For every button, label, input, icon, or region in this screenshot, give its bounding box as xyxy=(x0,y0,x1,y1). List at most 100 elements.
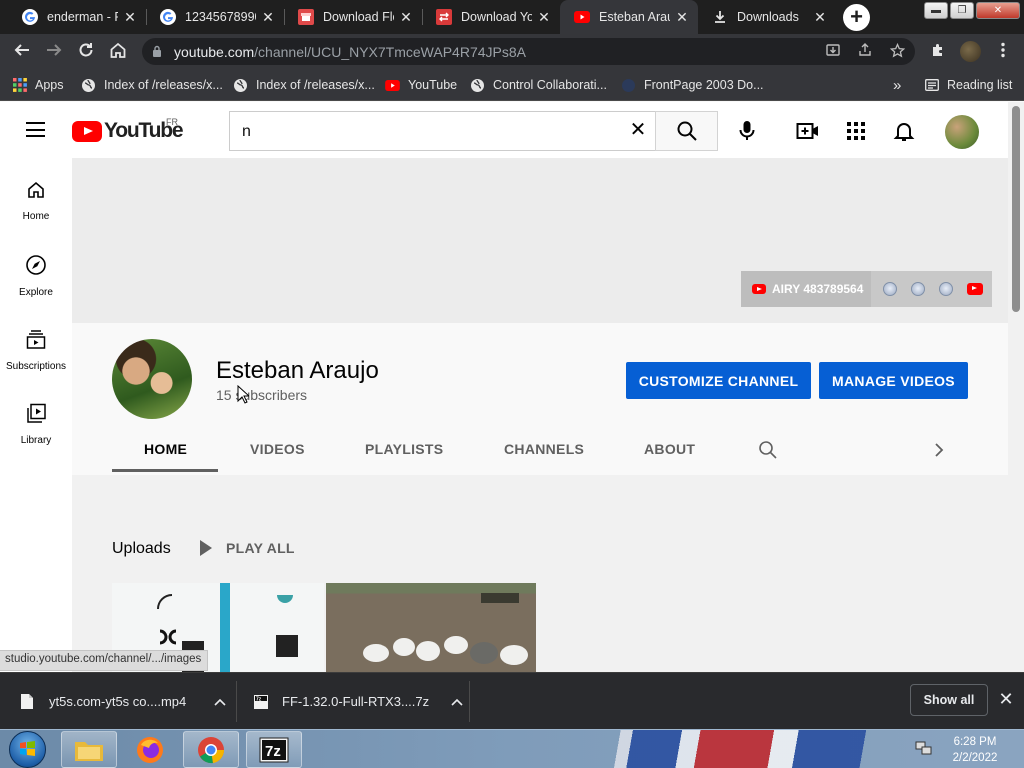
bookmark-index-releases-2[interactable]: Index of /releases/x... xyxy=(233,76,375,94)
tab-download-yo[interactable]: Download Yo ✕ xyxy=(422,0,560,34)
close-icon[interactable]: ✕ xyxy=(122,9,138,26)
bookmark-label: FrontPage 2003 Do... xyxy=(644,78,764,92)
taskbar-7zip[interactable]: 7z xyxy=(246,731,302,768)
chevron-up-icon[interactable] xyxy=(451,698,463,706)
reload-icon xyxy=(79,43,93,57)
tab-channels[interactable]: CHANNELS xyxy=(504,441,584,457)
hamburger-menu-icon[interactable] xyxy=(26,122,45,137)
tab-about[interactable]: ABOUT xyxy=(644,441,695,457)
system-clock[interactable]: 6:28 PM 2/2/2022 xyxy=(940,734,1010,766)
back-button[interactable] xyxy=(11,41,33,63)
tab-home[interactable]: HOME xyxy=(144,441,187,457)
customize-channel-button[interactable]: CUSTOMIZE CHANNEL xyxy=(626,362,811,399)
tab-playlists[interactable]: PLAYLISTS xyxy=(365,441,443,457)
tab-videos[interactable]: VIDEOS xyxy=(250,441,305,457)
bookmark-control-collaboration[interactable]: Control Collaborati... xyxy=(470,76,607,94)
tab-enderman[interactable]: enderman - R ✕ xyxy=(8,0,146,34)
star-icon[interactable] xyxy=(888,42,906,61)
svg-text:7z: 7z xyxy=(265,743,281,760)
microphone-icon[interactable] xyxy=(735,119,759,143)
download-filename: FF-1.32.0-Full-RTX3....7z xyxy=(282,694,430,709)
minimize-button[interactable]: ▬ xyxy=(924,2,948,19)
bookmark-youtube[interactable]: YouTube xyxy=(385,76,457,94)
guide-label: Explore xyxy=(19,287,53,298)
notifications-bell-icon[interactable] xyxy=(892,119,916,143)
7zip-icon: 7z xyxy=(259,737,289,762)
address-bar[interactable]: youtube.com/channel/UCU_NYX7TmceWAP4R74J… xyxy=(142,38,915,65)
tab-downloads[interactable]: Downloads ✕ xyxy=(698,0,836,34)
globe-icon[interactable] xyxy=(939,282,953,296)
forward-button[interactable] xyxy=(43,41,65,63)
close-shelf-icon[interactable]: ✕ xyxy=(998,689,1014,709)
channel-avatar[interactable] xyxy=(112,339,192,419)
download-item-7z[interactable]: 7z FF-1.32.0-Full-RTX3....7z xyxy=(253,673,463,730)
home-button[interactable] xyxy=(107,41,129,63)
clear-search-icon[interactable]: ✕ xyxy=(628,120,648,140)
globe-icon xyxy=(81,78,96,93)
kebab-menu-icon[interactable] xyxy=(993,42,1013,62)
video-thumbnail[interactable] xyxy=(326,583,536,672)
archive-icon: 7z xyxy=(254,694,268,709)
guide-item-library[interactable]: Library xyxy=(0,388,72,462)
globe-icon[interactable] xyxy=(911,282,925,296)
close-icon[interactable]: ✕ xyxy=(674,9,690,26)
bookmark-index-releases-1[interactable]: Index of /releases/x... xyxy=(81,76,223,94)
manage-videos-button[interactable]: MANAGE VIDEOS xyxy=(819,362,968,399)
install-icon[interactable] xyxy=(824,43,842,61)
play-all-button[interactable]: PLAY ALL xyxy=(200,540,295,556)
chevron-up-icon[interactable] xyxy=(214,698,226,706)
create-video-icon[interactable] xyxy=(796,119,820,143)
bookmark-frontpage-2003[interactable]: FrontPage 2003 Do... xyxy=(621,76,764,94)
search-button[interactable] xyxy=(655,111,718,151)
start-button[interactable] xyxy=(9,731,46,768)
guide-item-subscriptions[interactable]: Subscriptions xyxy=(0,314,72,388)
tab-title: Downloads xyxy=(737,10,799,24)
file-icon xyxy=(21,694,33,709)
banner-link-primary[interactable]: AIRY 483789564 xyxy=(741,271,871,307)
taskbar-chrome[interactable] xyxy=(183,731,239,768)
chevron-right-icon[interactable] xyxy=(933,442,945,458)
tab-download-flo[interactable]: Download Flo ✕ xyxy=(284,0,422,34)
subscriber-count: 15 subscribers xyxy=(216,387,308,403)
restore-button[interactable]: ❐ xyxy=(950,2,974,19)
bookmark-label: Index of /releases/x... xyxy=(104,78,223,92)
tab-esteban-araujo[interactable]: Esteban Arau ✕ xyxy=(560,0,698,34)
network-icon[interactable] xyxy=(915,741,932,757)
youtube-icon xyxy=(752,284,766,294)
tab-title: Esteban Arau xyxy=(599,10,670,24)
more-bookmarks-button[interactable]: » xyxy=(893,76,901,94)
close-icon[interactable]: ✕ xyxy=(536,9,552,26)
apps-grid-icon[interactable] xyxy=(844,119,868,143)
svg-text:7z: 7z xyxy=(256,696,262,702)
guide-item-explore[interactable]: Explore xyxy=(0,240,72,314)
reading-list-button[interactable]: Reading list xyxy=(924,76,1012,94)
taskbar-firefox[interactable] xyxy=(122,731,178,768)
taskbar-explorer[interactable] xyxy=(61,731,117,768)
tab-numbers[interactable]: 12345678990 ✕ xyxy=(146,0,284,34)
close-icon[interactable]: ✕ xyxy=(260,9,276,26)
youtube-icon[interactable] xyxy=(967,283,983,295)
close-icon[interactable]: ✕ xyxy=(812,9,828,26)
new-tab-button[interactable]: + xyxy=(843,4,870,31)
banner-links: AIRY 483789564 xyxy=(741,271,992,307)
channel-name: Esteban Araujo xyxy=(216,357,379,384)
download-item-mp4[interactable]: yt5s.com-yt5s co....mp4 xyxy=(20,673,226,730)
close-window-button[interactable]: ✕ xyxy=(976,2,1020,19)
arrow-right-icon xyxy=(47,44,62,56)
firefox-icon xyxy=(137,736,163,763)
channel-search-icon[interactable] xyxy=(758,440,778,460)
bookmark-apps[interactable]: Apps xyxy=(12,76,64,94)
profile-avatar[interactable] xyxy=(960,41,981,62)
close-icon[interactable]: ✕ xyxy=(398,9,414,26)
search-input[interactable]: n ✕ xyxy=(229,111,656,151)
share-icon[interactable] xyxy=(856,43,874,61)
guide-item-home[interactable]: Home xyxy=(0,166,72,240)
youtube-icon xyxy=(574,9,590,25)
show-all-downloads-button[interactable]: Show all xyxy=(910,684,988,716)
reload-button[interactable] xyxy=(75,41,97,63)
scrollbar-thumb[interactable] xyxy=(1012,106,1020,312)
globe-icon[interactable] xyxy=(883,282,897,296)
extensions-icon[interactable] xyxy=(928,42,948,62)
uploads-heading[interactable]: Uploads xyxy=(112,540,171,558)
account-avatar[interactable] xyxy=(945,115,979,149)
